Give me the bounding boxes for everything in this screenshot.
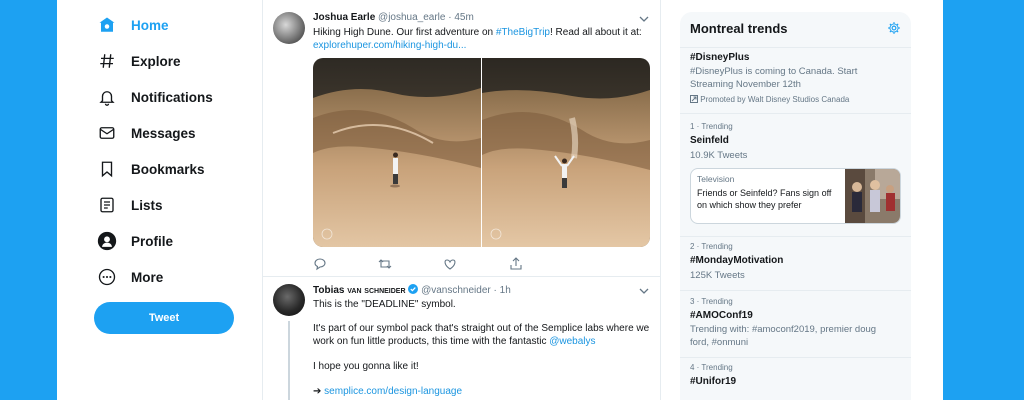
trends-divider [680, 290, 911, 291]
bell-icon [97, 87, 117, 107]
app-window: Home Explore Notifications Messages Book… [57, 0, 943, 400]
trends-panel: Montreal trends #DisneyPlus #DisneyPlus … [680, 12, 911, 400]
tweet-2[interactable]: Tobias van Schneider @vanschneider · 1h … [263, 277, 660, 400]
promoted-line: Promoted by Walt Disney Studios Canada [690, 95, 849, 104]
trend-name[interactable]: #AMOConf19 [690, 310, 753, 321]
envelope-icon [97, 123, 117, 143]
timeline: Joshua Earle @joshua_earle · 45m Hiking … [262, 0, 661, 400]
tweet-link-line: ➔ semplice.com/design-language [313, 385, 653, 398]
nav-label-home: Home [131, 17, 169, 33]
author-name-smallcaps[interactable]: van Schneider [347, 285, 405, 296]
tweet-image-1[interactable] [313, 58, 481, 247]
retweet-icon[interactable] [378, 257, 392, 271]
list-icon [97, 195, 117, 215]
tweet-text-part: It's part of our symbol pack that's stra… [313, 323, 650, 347]
trend-name[interactable]: #DisneyPlus [690, 52, 749, 63]
left-nav: Home Explore Notifications Messages Book… [57, 0, 262, 400]
arrow-glyph: ➔ [313, 386, 322, 397]
trend-name[interactable]: #MondayMotivation [690, 255, 783, 266]
tweet-text-part: Hiking High Dune. Our first adventure on [313, 27, 496, 38]
trend-count: 125K Tweets [690, 270, 745, 281]
card-thumbnail [845, 169, 900, 223]
author-handle[interactable]: @vanschneider [421, 285, 491, 296]
trends-divider [680, 236, 911, 237]
tweet-link[interactable]: semplice.com/design-language [324, 386, 462, 397]
card-headline: Friends or Seinfeld? Fans sign off on wh… [697, 188, 832, 210]
tweet-image-2[interactable] [482, 58, 650, 247]
verified-badge-icon [408, 284, 419, 294]
tweet-1[interactable]: Joshua Earle @joshua_earle · 45m Hiking … [263, 0, 660, 276]
trend-meta: 4 · Trending [690, 363, 733, 372]
trends-divider [680, 113, 911, 114]
chevron-down-icon[interactable] [639, 15, 649, 23]
trend-name[interactable]: Seinfeld [690, 135, 729, 146]
dot-separator: · [493, 285, 497, 296]
trends-title: Montreal trends [690, 21, 788, 36]
trend-meta: 2 · Trending [690, 242, 733, 251]
nav-label-explore: Explore [131, 53, 181, 69]
tweet-link[interactable]: explorehuper.com/hiking-high-du... [313, 40, 466, 51]
nav-label-bookmarks: Bookmarks [131, 161, 205, 177]
nav-label-lists: Lists [131, 197, 163, 213]
like-icon[interactable] [443, 257, 457, 271]
nav-messages[interactable]: Messages [97, 120, 196, 146]
reply-icon[interactable] [313, 257, 327, 271]
tweet-header: Joshua Earle @joshua_earle · 45m [313, 12, 474, 23]
author-name[interactable]: Tobias [313, 285, 344, 296]
author-handle[interactable]: @joshua_earle [378, 12, 445, 23]
promoted-by[interactable]: Promoted by Walt Disney Studios Canada [700, 95, 849, 104]
trends-divider [680, 357, 911, 358]
nav-label-more: More [131, 269, 164, 285]
nav-notifications[interactable]: Notifications [97, 84, 213, 110]
nav-label-profile: Profile [131, 233, 174, 249]
thread-line [288, 321, 290, 400]
nav-home[interactable]: Home [97, 12, 169, 38]
gear-icon[interactable] [887, 21, 901, 35]
bookmark-icon [97, 159, 117, 179]
tweet-header: Tobias van Schneider @vanschneider · 1h [313, 284, 511, 296]
nav-explore[interactable]: Explore [97, 48, 181, 74]
tweet-time[interactable]: 1h [500, 285, 511, 296]
dot-separator: · [448, 12, 452, 23]
more-icon [97, 267, 117, 287]
tweet-text-line-3: I hope you gonna like it! [313, 361, 419, 372]
tweet-text-part: ! Read all about it at: [549, 27, 642, 38]
tweet-text-line-1: This is the "DEADLINE" symbol. [313, 299, 456, 310]
chevron-down-icon[interactable] [639, 287, 649, 295]
trend-name[interactable]: #Unifor19 [690, 376, 736, 387]
home-icon [97, 15, 117, 35]
avatar[interactable] [273, 12, 305, 44]
nav-lists[interactable]: Lists [97, 192, 163, 218]
trend-news-card[interactable]: Television Friends or Seinfeld? Fans sig… [690, 168, 901, 224]
avatar[interactable] [273, 284, 305, 316]
profile-icon [97, 231, 117, 251]
nav-label-notifications: Notifications [131, 89, 213, 105]
author-name[interactable]: Joshua Earle [313, 12, 375, 23]
trend-count: 10.9K Tweets [690, 150, 748, 161]
hashtag-link[interactable]: #TheBigTrip [496, 27, 550, 38]
nav-more[interactable]: More [97, 264, 163, 290]
hashtag-icon [97, 51, 117, 71]
nav-bookmarks[interactable]: Bookmarks [97, 156, 205, 182]
trend-description: Trending with: #amoconf2019, premier dou… [690, 324, 877, 348]
trend-meta: 1 · Trending [690, 122, 733, 131]
share-icon[interactable] [509, 257, 523, 271]
card-category: Television [697, 174, 735, 184]
mention-link[interactable]: @webalys [549, 336, 595, 347]
tweet-text: Hiking High Dune. Our first adventure on… [313, 26, 653, 52]
trends-divider [680, 47, 911, 48]
trend-description: #DisneyPlus is coming to Canada. Start S… [690, 66, 858, 90]
tweet-time[interactable]: 45m [454, 12, 473, 23]
tweet-text-paragraph: It's part of our symbol pack that's stra… [313, 322, 653, 348]
promoted-icon [690, 95, 698, 103]
tweet-button[interactable]: Tweet [94, 302, 234, 334]
nav-label-messages: Messages [131, 125, 196, 141]
trend-meta: 3 · Trending [690, 297, 733, 306]
nav-profile[interactable]: Profile [97, 228, 173, 254]
tweet-actions [313, 257, 523, 271]
